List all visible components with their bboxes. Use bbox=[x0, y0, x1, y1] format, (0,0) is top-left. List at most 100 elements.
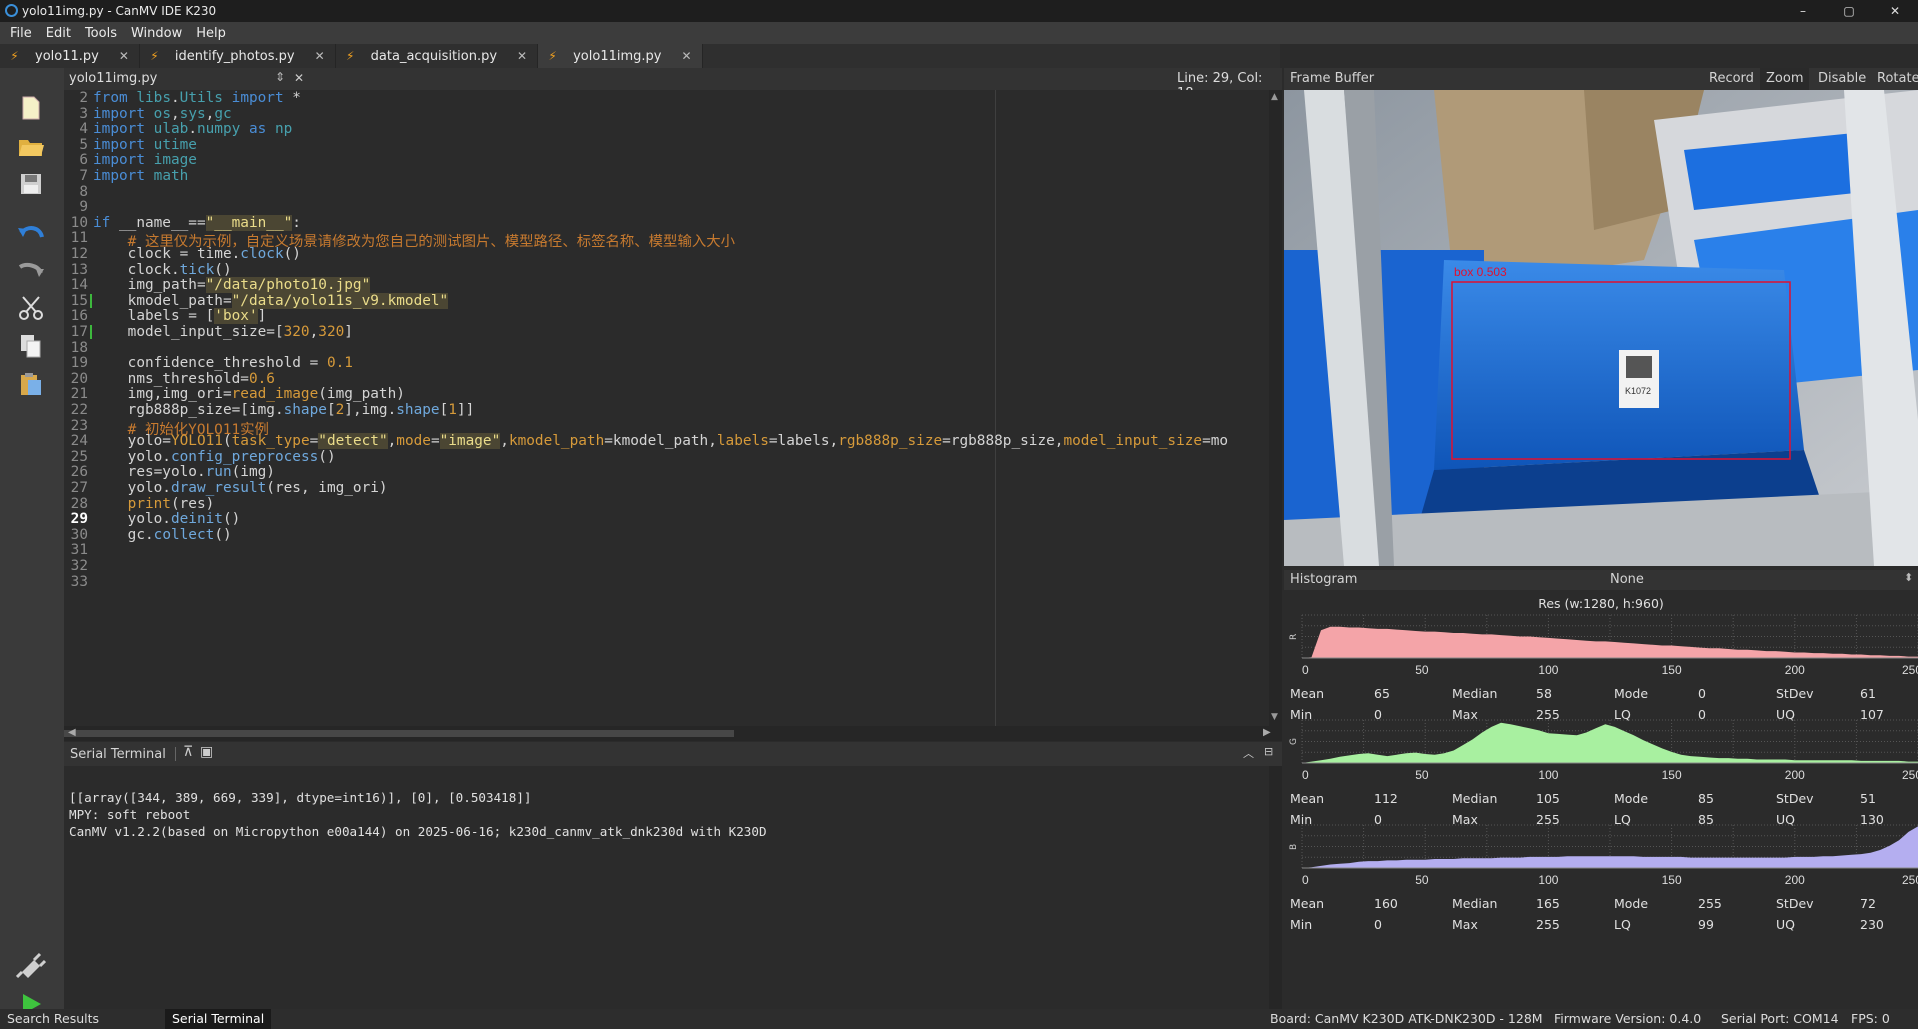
editor-horizontal-scrollbar[interactable]: ◀ ▶ bbox=[64, 726, 1282, 741]
tab-yolo11[interactable]: ⚡ yolo11.py ✕ bbox=[0, 44, 140, 68]
search-results-tab[interactable]: Search Results bbox=[0, 1009, 106, 1029]
line-number: 32 bbox=[70, 558, 88, 574]
editor-vertical-scrollbar[interactable]: ▲ ▼ bbox=[1269, 90, 1282, 726]
stat-value-stdev: 51 bbox=[1860, 791, 1876, 806]
line-number: 12 bbox=[70, 246, 88, 262]
cut-icon[interactable] bbox=[14, 292, 48, 324]
editor-header: yolo11img.py ⇕ ✕ Line: 29, Col: 18 bbox=[64, 68, 1282, 101]
code-line: rgb888p_size=[img.shape[2],img.shape[1]] bbox=[93, 402, 475, 418]
zoom-button[interactable]: Zoom bbox=[1760, 68, 1810, 90]
line-number: 18 bbox=[70, 339, 88, 356]
tab-identify-photos[interactable]: ⚡ identify_photos.py ✕ bbox=[140, 44, 336, 68]
stat-value-mode: 0 bbox=[1698, 686, 1706, 701]
file-switch-icon[interactable]: ⇕ bbox=[275, 70, 285, 84]
stat-value-median: 58 bbox=[1536, 686, 1552, 701]
colorspace-select[interactable]: None bbox=[1610, 572, 1644, 587]
box-code-label: K1072 bbox=[1625, 386, 1651, 396]
scroll-left-icon[interactable]: ◀ bbox=[68, 727, 76, 738]
stat-value-lq: 99 bbox=[1698, 917, 1714, 932]
line-number: 15 bbox=[70, 292, 88, 309]
code-line: import image bbox=[93, 152, 197, 169]
code-line: import utime bbox=[93, 136, 197, 153]
stat-label-median: Median bbox=[1452, 896, 1498, 911]
frame-buffer-view[interactable]: K1072 box 0.503 bbox=[1284, 90, 1918, 566]
collapse-icon[interactable]: ︿ bbox=[1243, 745, 1254, 761]
rotate-button[interactable]: Rotate bbox=[1877, 71, 1918, 86]
stat-value-stdev: 72 bbox=[1860, 896, 1876, 911]
stat-value-stdev: 61 bbox=[1860, 686, 1876, 701]
new-file-icon[interactable] bbox=[14, 92, 48, 124]
stat-label-mean: Mean bbox=[1290, 686, 1325, 701]
code-line: yolo.config_preprocess() bbox=[93, 448, 336, 465]
line-number: 8 bbox=[79, 183, 88, 200]
undock-icon[interactable]: ⊟ bbox=[1264, 745, 1273, 758]
clear-terminal-icon[interactable]: ⊼ bbox=[183, 744, 193, 760]
stat-value-max: 255 bbox=[1536, 917, 1560, 932]
serial-terminal-tab[interactable]: Serial Terminal bbox=[165, 1009, 272, 1029]
histogram-area bbox=[1302, 826, 1918, 868]
scroll-up-icon[interactable]: ▲ bbox=[1271, 92, 1278, 102]
menu-bar: File Edit Tools Window Help bbox=[0, 22, 1918, 44]
scroll-right-icon[interactable]: ▶ bbox=[1263, 727, 1271, 738]
maximize-button[interactable]: ▢ bbox=[1826, 0, 1872, 22]
open-folder-icon[interactable] bbox=[14, 130, 48, 162]
tab-yolo11img[interactable]: ⚡ yolo11img.py ✕ bbox=[538, 44, 703, 68]
menu-edit[interactable]: Edit bbox=[39, 26, 78, 41]
tab-label: yolo11img.py bbox=[573, 48, 662, 64]
separator bbox=[175, 747, 176, 761]
code-line: import ulab.numpy as np bbox=[93, 121, 293, 138]
line-number: 24 bbox=[70, 433, 88, 450]
menu-help[interactable]: Help bbox=[189, 26, 233, 41]
stat-label-max: Max bbox=[1452, 917, 1478, 932]
close-tab-icon[interactable]: ✕ bbox=[517, 49, 527, 63]
terminal-scrollbar[interactable] bbox=[1269, 766, 1282, 1009]
tick-label: 50 bbox=[1415, 873, 1429, 887]
paste-icon[interactable] bbox=[14, 368, 48, 400]
close-tab-icon[interactable]: ✕ bbox=[681, 49, 691, 63]
stat-label-mean: Mean bbox=[1290, 896, 1325, 911]
tick-label: 100 bbox=[1538, 768, 1558, 782]
tick-label: 250 bbox=[1902, 873, 1918, 887]
histogram-r: R 0 50 100 150 200 250 bbox=[1289, 614, 1918, 677]
close-tab-icon[interactable]: ✕ bbox=[315, 49, 325, 63]
minimize-button[interactable]: – bbox=[1780, 0, 1826, 22]
menu-window[interactable]: Window bbox=[124, 26, 189, 41]
tick-label: 250 bbox=[1902, 663, 1918, 677]
close-button[interactable]: ✕ bbox=[1872, 0, 1918, 22]
channel-label: B bbox=[1289, 844, 1299, 850]
copy-icon[interactable] bbox=[14, 330, 48, 362]
record-button[interactable]: Record bbox=[1709, 71, 1754, 86]
scroll-thumb[interactable] bbox=[64, 730, 734, 737]
close-editor-icon[interactable]: ✕ bbox=[294, 71, 304, 85]
save-log-icon[interactable]: ▣ bbox=[200, 744, 213, 760]
edge-guide bbox=[995, 90, 996, 726]
select-arrow-icon[interactable]: ⬍ bbox=[1904, 571, 1913, 584]
save-icon[interactable] bbox=[14, 168, 48, 200]
serial-port-info: Serial Port: COM14 bbox=[1721, 1011, 1839, 1026]
disable-button[interactable]: Disable bbox=[1818, 71, 1866, 86]
tick-label: 0 bbox=[1302, 873, 1309, 887]
line-number: 25 bbox=[70, 448, 88, 465]
stat-label-stdev: StDev bbox=[1776, 686, 1814, 701]
tab-data-acquisition[interactable]: ⚡ data_acquisition.py ✕ bbox=[336, 44, 539, 68]
menu-tools[interactable]: Tools bbox=[78, 26, 124, 41]
stat-label-stdev: StDev bbox=[1776, 791, 1814, 806]
stat-value-mode: 85 bbox=[1698, 791, 1714, 806]
scroll-down-icon[interactable]: ▼ bbox=[1271, 712, 1278, 722]
line-number: 17 bbox=[70, 324, 88, 340]
undo-icon[interactable] bbox=[14, 216, 48, 248]
tick-label: 100 bbox=[1538, 663, 1558, 677]
tab-label: data_acquisition.py bbox=[370, 48, 498, 64]
board-info: Board: CanMV K230D ATK-DNK230D - 128M bbox=[1270, 1011, 1543, 1026]
line-number: 11 bbox=[70, 230, 88, 247]
line-number: 31 bbox=[70, 542, 88, 559]
redo-icon[interactable] bbox=[14, 254, 48, 286]
connect-icon[interactable] bbox=[14, 950, 48, 982]
code-editor[interactable]: 2 from libs.Utils import * 3 import os,sys,… bbox=[64, 90, 1269, 726]
serial-terminal[interactable]: [[array([344, 389, 669, 339], dtype=int1… bbox=[64, 766, 1282, 1009]
detection-label: box 0.503 bbox=[1454, 265, 1507, 279]
tick-label: 100 bbox=[1538, 873, 1558, 887]
line-number: 13 bbox=[70, 261, 88, 278]
close-tab-icon[interactable]: ✕ bbox=[119, 49, 129, 63]
menu-file[interactable]: File bbox=[3, 26, 39, 41]
